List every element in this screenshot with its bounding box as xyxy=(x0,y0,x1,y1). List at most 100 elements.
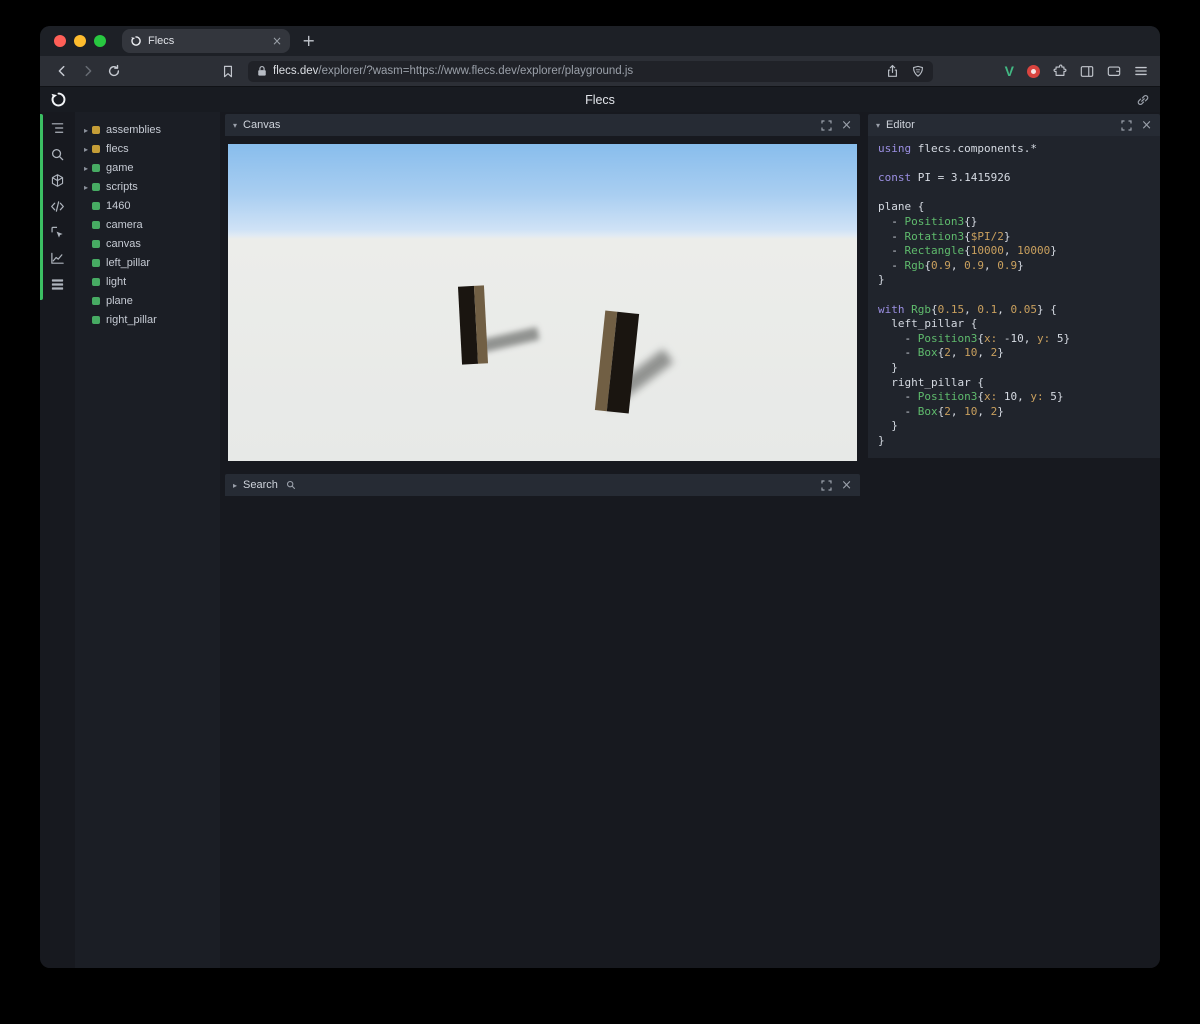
close-window-button[interactable] xyxy=(54,35,66,47)
tree-item-camera[interactable]: camera xyxy=(80,215,220,234)
tree-item-1460[interactable]: 1460 xyxy=(80,196,220,215)
expand-panel-icon[interactable] xyxy=(821,119,832,131)
tree-item-flecs[interactable]: ▸ flecs xyxy=(80,139,220,158)
tree-item-label: assemblies xyxy=(106,123,162,136)
forward-button[interactable] xyxy=(76,59,100,83)
share-icon[interactable] xyxy=(886,64,899,78)
tab-close-icon[interactable]: × xyxy=(272,35,282,47)
chevron-right-icon[interactable]: ▸ xyxy=(233,481,237,490)
entity-color-icon xyxy=(92,125,100,134)
code-line: } xyxy=(878,433,885,447)
tree-item-label: 1460 xyxy=(106,199,131,212)
queries-list-icon[interactable] xyxy=(45,273,71,296)
bookmark-icon[interactable] xyxy=(216,59,240,83)
code-icon[interactable] xyxy=(45,195,71,218)
close-panel-icon[interactable]: × xyxy=(841,119,852,132)
tree-item-plane[interactable]: plane xyxy=(80,291,220,310)
url-actions xyxy=(886,64,924,78)
extension-icons: V xyxy=(1005,63,1148,79)
entity-color-icon xyxy=(92,220,100,229)
tree-item-assemblies[interactable]: ▸ assemblies xyxy=(80,120,220,139)
expand-panel-icon[interactable] xyxy=(821,479,832,491)
entity-color-icon xyxy=(92,201,100,210)
new-tab-button[interactable]: + xyxy=(302,33,315,49)
tab-strip: Flecs × + xyxy=(40,26,1160,56)
tree-item-label: camera xyxy=(106,218,143,231)
entity-color-icon xyxy=(92,258,100,267)
minimize-window-button[interactable] xyxy=(74,35,86,47)
tree-item-light[interactable]: light xyxy=(80,272,220,291)
outliner-icon[interactable] xyxy=(45,117,71,140)
entities-cube-icon[interactable] xyxy=(45,169,71,192)
back-button[interactable] xyxy=(50,59,74,83)
code-line: plane { xyxy=(878,200,925,214)
chevron-down-icon[interactable]: ▾ xyxy=(233,121,237,130)
entity-color-icon xyxy=(92,163,100,172)
3d-viewport[interactable] xyxy=(228,144,857,461)
canvas-panel-header[interactable]: ▾ Canvas × xyxy=(225,114,860,136)
address-bar[interactable]: flecs.dev/explorer/?wasm=https://www.fle… xyxy=(248,60,933,82)
editor-code[interactable]: using flecs.components.* const PI = 3.14… xyxy=(868,136,1160,459)
page-title: Flecs xyxy=(585,92,615,107)
expand-chevron-icon[interactable]: ▸ xyxy=(84,183,88,192)
tree-item-label: plane xyxy=(106,294,133,307)
code-line: } xyxy=(878,419,898,433)
tree-item-left_pillar[interactable]: left_pillar xyxy=(80,253,220,272)
code-line: with Rgb{0.15, 0.1, 0.05} { xyxy=(878,302,1057,316)
url-text: flecs.dev/explorer/?wasm=https://www.fle… xyxy=(273,65,880,77)
lock-icon xyxy=(257,65,267,77)
wallet-icon[interactable] xyxy=(1107,65,1121,77)
browser-toolbar: flecs.dev/explorer/?wasm=https://www.fle… xyxy=(40,56,1160,86)
search-panel-header[interactable]: ▸ Search × xyxy=(225,474,860,496)
sidebar-toggle-icon[interactable] xyxy=(1080,65,1094,78)
chevron-down-icon[interactable]: ▾ xyxy=(876,121,880,130)
canvas-panel-title: Canvas xyxy=(243,119,281,131)
url-path: /explorer/?wasm=https://www.flecs.dev/ex… xyxy=(318,65,634,77)
code-line: - Position3{} xyxy=(878,214,978,228)
browser-window: Flecs × + flecs.dev/explorer/?wasm=https… xyxy=(40,26,1160,968)
entity-color-icon xyxy=(92,239,100,248)
editor-panel: ▾ Editor × using flecs.components.* cons… xyxy=(868,112,1160,968)
share-link-icon[interactable] xyxy=(1136,93,1150,107)
url-domain: flecs.dev xyxy=(273,65,319,77)
expand-chevron-icon[interactable]: ▸ xyxy=(84,126,88,135)
menu-icon[interactable] xyxy=(1134,65,1148,77)
maximize-window-button[interactable] xyxy=(94,35,106,47)
tree-item-label: canvas xyxy=(106,237,141,250)
search-panel-actions: × xyxy=(821,479,852,492)
tree-item-game[interactable]: ▸ game xyxy=(80,158,220,177)
code-line: - Box{2, 10, 2} xyxy=(878,404,1004,418)
browser-tab[interactable]: Flecs × xyxy=(122,29,290,53)
entity-color-icon xyxy=(92,144,100,153)
entity-color-icon xyxy=(92,182,100,191)
entity-color-icon xyxy=(92,315,100,324)
tree-item-right_pillar[interactable]: right_pillar xyxy=(80,310,220,329)
tree-item-scripts[interactable]: ▸ scripts xyxy=(80,177,220,196)
code-line: - Rotation3{$PI/2} xyxy=(878,229,1011,243)
flecs-logo-icon[interactable] xyxy=(50,91,67,108)
close-panel-icon[interactable]: × xyxy=(1141,119,1152,132)
tree-item-canvas[interactable]: canvas xyxy=(80,234,220,253)
code-line: - Rectangle{10000, 10000} xyxy=(878,244,1057,258)
editor-panel-header[interactable]: ▾ Editor × xyxy=(868,114,1160,136)
expand-chevron-icon[interactable]: ▸ xyxy=(84,145,88,154)
code-line: - Position3{x: 10, y: 5} xyxy=(878,390,1064,404)
window-controls xyxy=(54,35,106,47)
close-panel-icon[interactable]: × xyxy=(841,479,852,492)
app-header: Flecs xyxy=(40,86,1160,112)
brave-shield-icon[interactable] xyxy=(912,65,924,78)
expand-chevron-icon[interactable]: ▸ xyxy=(84,164,88,173)
extensions-puzzle-icon[interactable] xyxy=(1053,64,1067,78)
stats-chart-icon[interactable] xyxy=(45,247,71,270)
code-line: } xyxy=(878,360,898,374)
red-extension-icon[interactable] xyxy=(1027,64,1040,78)
expand-panel-icon[interactable] xyxy=(1121,119,1132,131)
search-icon[interactable] xyxy=(45,143,71,166)
tree-item-label: flecs xyxy=(106,142,129,155)
search-panel-title: Search xyxy=(243,479,278,491)
code-line: - Rgb{0.9, 0.9, 0.9} xyxy=(878,258,1024,272)
vue-devtools-icon[interactable]: V xyxy=(1005,63,1014,79)
inspect-cursor-icon[interactable] xyxy=(45,221,71,244)
reload-button[interactable] xyxy=(102,59,126,83)
